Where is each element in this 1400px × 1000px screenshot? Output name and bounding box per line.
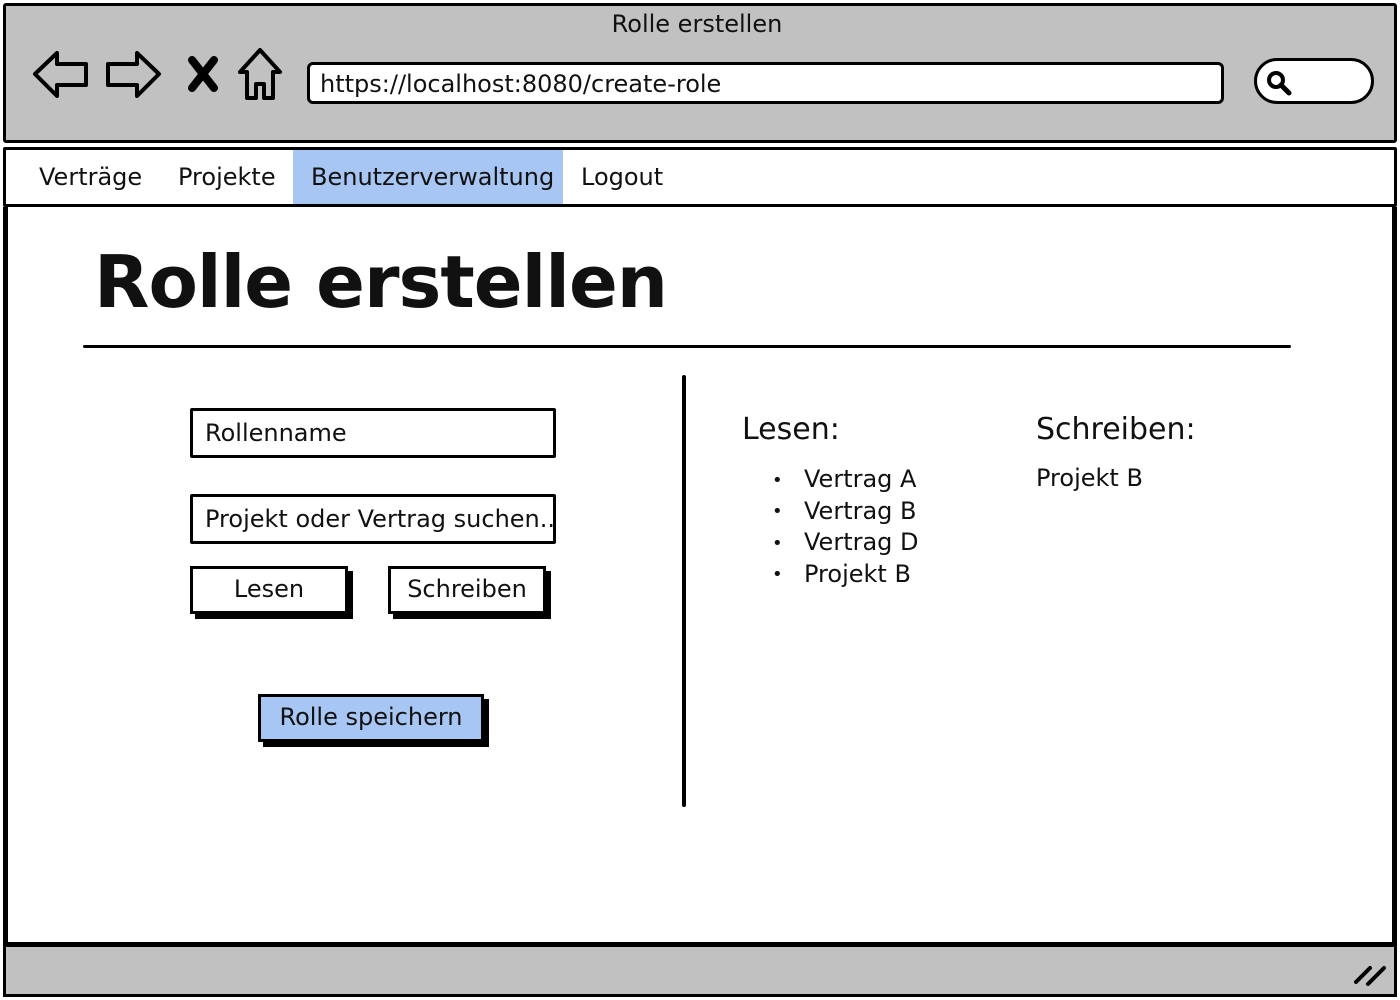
bullet-icon: • — [772, 564, 783, 585]
read-button[interactable]: Lesen — [190, 566, 348, 614]
menu-item-vertraege[interactable]: Verträge — [21, 150, 160, 204]
write-heading: Schreiben: — [1036, 412, 1196, 447]
browser-search-box[interactable] — [1254, 58, 1374, 104]
url-bar[interactable]: https://localhost:8080/create-role — [307, 62, 1224, 104]
resize-handle-icon[interactable] — [1350, 960, 1392, 988]
back-arrow-icon[interactable] — [30, 44, 90, 104]
column-divider — [682, 375, 686, 807]
list-item: • Vertrag A — [772, 464, 919, 496]
list-item: • Vertrag B — [772, 496, 919, 528]
menu-item-logout[interactable]: Logout — [563, 150, 681, 204]
search-field[interactable]: Projekt oder Vertrag suchen.. — [190, 494, 556, 544]
list-item-label: Vertrag B — [804, 496, 917, 525]
list-item-label: Vertrag D — [804, 528, 919, 556]
write-permission-item: Projekt B — [1036, 464, 1143, 492]
bullet-icon: • — [772, 469, 783, 491]
bullet-icon: • — [772, 501, 783, 522]
title-divider — [83, 345, 1291, 348]
forward-arrow-icon[interactable] — [104, 44, 164, 104]
read-heading: Lesen: — [742, 412, 840, 447]
list-item-label: Projekt B — [804, 559, 911, 588]
save-role-button[interactable]: Rolle speichern — [258, 694, 484, 742]
list-item: • Vertrag D — [772, 527, 919, 559]
stop-icon[interactable] — [182, 44, 224, 104]
menu-item-projekte[interactable]: Projekte — [160, 150, 294, 204]
status-bar — [3, 942, 1397, 997]
bullet-icon: • — [772, 532, 783, 554]
write-button[interactable]: Schreiben — [388, 566, 546, 614]
list-item-label: Vertrag A — [804, 465, 917, 493]
window-title: Rolle erstellen — [611, 10, 783, 38]
home-icon[interactable] — [234, 44, 286, 104]
search-icon — [1265, 69, 1293, 101]
role-name-field[interactable]: Rollenname — [190, 408, 556, 458]
list-item: • Projekt B — [772, 559, 919, 591]
page-title: Rolle erstellen — [94, 240, 668, 324]
read-permissions-list: • Vertrag A • Vertrag B • Vertrag D • Projek… — [772, 464, 919, 590]
menu-bar: Verträge Projekte Benutzerverwaltung Log… — [3, 147, 1397, 207]
menu-item-benutzerverwaltung[interactable]: Benutzerverwaltung — [293, 150, 563, 204]
